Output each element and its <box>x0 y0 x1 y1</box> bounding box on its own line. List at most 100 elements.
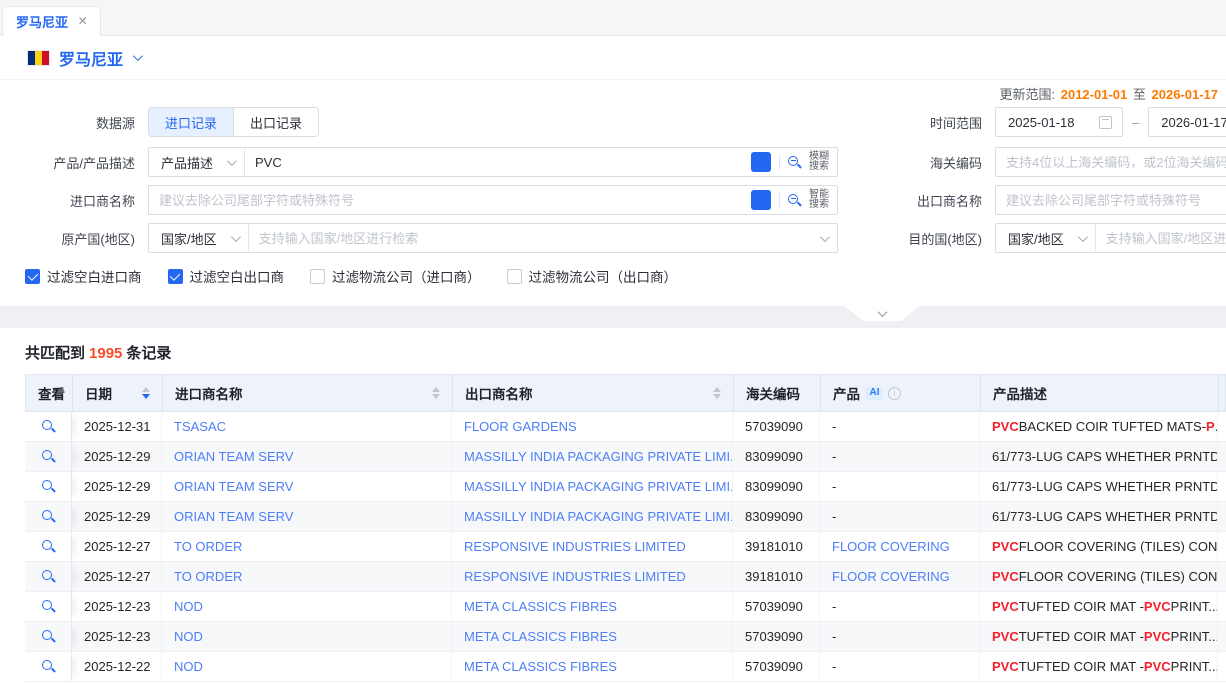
importer-input-group: 智能 搜索 <box>148 185 838 215</box>
importer-link[interactable]: TO ORDER <box>174 569 242 584</box>
exporter-link[interactable]: META CLASSICS FIBRES <box>464 599 617 614</box>
results-table: 查看 日期 进口商名称 出口商名称 海关编码 产品 <box>25 374 1226 682</box>
time-range-start-input[interactable]: 2025-01-18 <box>995 107 1123 137</box>
smart-search-icon[interactable] <box>788 194 801 207</box>
desc-segment: PVC <box>992 599 1019 614</box>
view-record-icon[interactable] <box>42 570 55 583</box>
hs-code-cell: 39181010 <box>733 532 820 561</box>
filter-blank-exporter[interactable]: 过滤空白出口商 <box>168 266 285 286</box>
calendar-icon <box>1099 116 1112 129</box>
view-record-icon[interactable] <box>42 540 55 553</box>
country-header: 罗马尼亚 <box>0 36 1226 80</box>
col-date[interactable]: 日期 <box>73 375 163 411</box>
product-link[interactable]: FLOOR COVERING <box>832 539 950 554</box>
exporter-link[interactable]: RESPONSIVE INDUSTRIES LIMITED <box>464 539 686 554</box>
exporter-name-input[interactable] <box>996 193 1226 208</box>
smart-search-button[interactable]: 智能 搜索 <box>809 190 829 210</box>
destination-type-select[interactable]: 国家/地区 <box>996 224 1096 252</box>
import-records-button[interactable]: 进口记录 <box>149 108 233 136</box>
importer-link[interactable]: ORIAN TEAM SERV <box>174 449 293 464</box>
importer-cell: NOD <box>162 652 452 681</box>
importer-link[interactable]: TO ORDER <box>174 539 242 554</box>
sort-icon-exporter[interactable] <box>705 387 721 399</box>
checkbox-unchecked-icon[interactable] <box>507 269 522 284</box>
exporter-link[interactable]: MASSILLY INDIA PACKAGING PRIVATE LIMI... <box>464 479 733 494</box>
exporter-link[interactable]: META CLASSICS FIBRES <box>464 629 617 644</box>
view-cell <box>25 472 72 501</box>
divider <box>779 193 780 207</box>
exporter-link[interactable]: MASSILLY INDIA PACKAGING PRIVATE LIMI... <box>464 509 733 524</box>
importer-link[interactable]: ORIAN TEAM SERV <box>174 509 293 524</box>
col-exporter[interactable]: 出口商名称 <box>453 375 734 411</box>
time-range-end-input[interactable]: 2026-01-17 <box>1148 107 1226 137</box>
view-record-icon[interactable] <box>42 660 55 673</box>
view-record-icon[interactable] <box>42 420 55 433</box>
translate-icon[interactable] <box>751 152 771 172</box>
exporter-link[interactable]: FLOOR GARDENS <box>464 419 577 434</box>
desc-segment: 61/773-LUG CAPS WHETHER PRNTD... <box>992 449 1218 464</box>
importer-link[interactable]: ORIAN TEAM SERV <box>174 479 293 494</box>
view-record-icon[interactable] <box>42 450 55 463</box>
fuzzy-search-icon[interactable] <box>788 156 801 169</box>
importer-link[interactable]: NOD <box>174 659 203 674</box>
sort-icon-date[interactable] <box>134 387 150 399</box>
description-cell: PVC TUFTED COIR MAT - PVC PRINT... <box>980 622 1218 651</box>
importer-name-input[interactable] <box>149 193 751 208</box>
chevron-down-icon[interactable] <box>133 51 143 61</box>
table-row: 2025-12-23NODMETA CLASSICS FIBRES5703909… <box>25 592 1226 622</box>
destination-country-input[interactable] <box>1096 231 1226 246</box>
col-importer[interactable]: 进口商名称 <box>163 375 453 411</box>
table-row: 2025-12-23NODMETA CLASSICS FIBRES5703909… <box>25 622 1226 652</box>
importer-link[interactable]: TSASAC <box>174 419 226 434</box>
product-cell: - <box>820 622 980 651</box>
fuzzy-search-button[interactable]: 模糊 搜索 <box>809 152 829 172</box>
product-field-select[interactable]: 产品描述 <box>149 148 245 176</box>
exporter-link[interactable]: RESPONSIVE INDUSTRIES LIMITED <box>464 569 686 584</box>
checkbox-unchecked-icon[interactable] <box>310 269 325 284</box>
view-cell <box>25 412 72 441</box>
exporter-link[interactable]: META CLASSICS FIBRES <box>464 659 617 674</box>
tab-romania[interactable]: 罗马尼亚 <box>2 6 101 36</box>
checkbox-checked-icon[interactable] <box>25 269 40 284</box>
hs-code-input[interactable] <box>996 155 1226 170</box>
importer-link[interactable]: NOD <box>174 599 203 614</box>
exporter-link[interactable]: MASSILLY INDIA PACKAGING PRIVATE LIMI... <box>464 449 733 464</box>
table-row: 2025-12-31TSASACFLOOR GARDENS57039090-PV… <box>25 412 1226 442</box>
desc-segment: BACKED COIR TUFTED MATS- <box>1019 419 1206 434</box>
checkbox-checked-icon[interactable] <box>168 269 183 284</box>
exporter-label: 出口商名称 <box>838 191 982 210</box>
desc-segment: TUFTED COIR MAT - <box>1019 659 1144 674</box>
origin-input-group: 国家/地区 <box>148 223 838 253</box>
product-input-group: 产品描述 模糊 搜索 <box>148 147 838 177</box>
col-product: 产品 AI <box>821 375 981 411</box>
chevron-down-icon <box>877 307 887 317</box>
exporter-cell: META CLASSICS FIBRES <box>452 592 733 621</box>
view-record-icon[interactable] <box>42 510 55 523</box>
filter-logistics-importer[interactable]: 过滤物流公司（进口商） <box>310 266 481 286</box>
view-record-icon[interactable] <box>42 630 55 643</box>
product-field-select-value: 产品描述 <box>161 153 213 172</box>
view-record-icon[interactable] <box>42 480 55 493</box>
export-records-button[interactable]: 出口记录 <box>233 108 318 136</box>
product-search-input[interactable] <box>245 155 751 170</box>
filter-blank-importer[interactable]: 过滤空白进口商 <box>25 266 142 286</box>
translate-icon[interactable] <box>751 190 771 210</box>
view-record-icon[interactable] <box>42 600 55 613</box>
sort-icon-importer[interactable] <box>424 387 440 399</box>
desc-segment: PVC <box>992 539 1019 554</box>
country-name[interactable]: 罗马尼亚 <box>59 46 123 70</box>
info-icon[interactable] <box>888 387 901 400</box>
close-icon[interactable] <box>78 14 87 30</box>
chevron-down-icon[interactable] <box>820 232 830 242</box>
update-range: 更新范围: 2012-01-01 至 2026-01-17 <box>20 84 1220 102</box>
product-link[interactable]: FLOOR COVERING <box>832 569 950 584</box>
date-cell: 2025-12-29 <box>72 472 162 501</box>
importer-link[interactable]: NOD <box>174 629 203 644</box>
view-cell <box>25 592 72 621</box>
hs-code-cell: 83099090 <box>733 472 820 501</box>
filter-logistics-exporter[interactable]: 过滤物流公司（出口商） <box>507 266 678 286</box>
date-cell: 2025-12-31 <box>72 412 162 441</box>
origin-type-select[interactable]: 国家/地区 <box>149 224 249 252</box>
origin-country-input[interactable] <box>249 231 820 246</box>
tab-bar: 罗马尼亚 <box>0 0 1226 36</box>
